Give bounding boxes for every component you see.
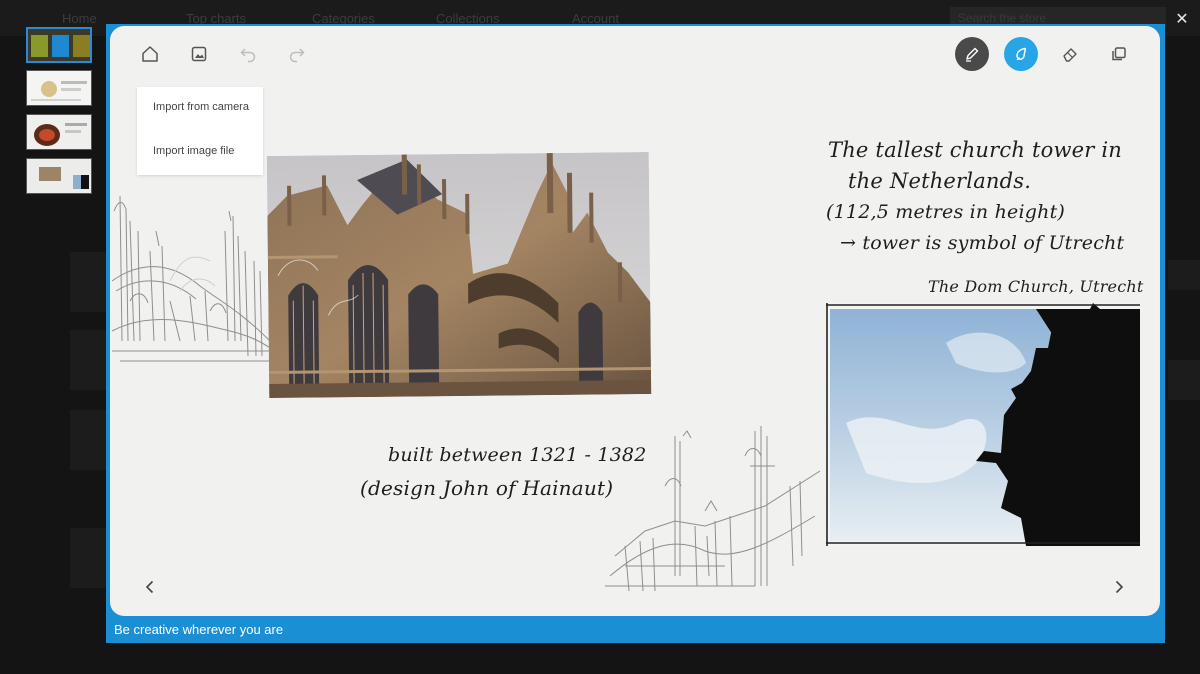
previous-page-button[interactable] <box>139 576 161 598</box>
bg-search-placeholder: Search the store <box>958 11 1047 25</box>
import-image-file-item[interactable]: Import image file <box>153 145 234 157</box>
bg-tab-home: Home <box>62 11 97 26</box>
undo-button[interactable] <box>231 37 265 71</box>
thumbnail-4[interactable] <box>26 158 92 194</box>
gothic-pencil-sketch-left <box>111 195 278 362</box>
undo-icon <box>240 48 256 63</box>
pen-icon <box>966 47 979 62</box>
screen: Home Top charts Categories Collections A… <box>0 0 1200 674</box>
screenshot-caption: Be creative wherever you are <box>114 622 284 637</box>
insert-image-button[interactable] <box>182 37 216 71</box>
close-viewer-button[interactable]: ✕ <box>1172 10 1192 30</box>
image-icon <box>191 46 207 62</box>
chevron-right-icon <box>1115 580 1124 594</box>
redo-button[interactable] <box>280 37 314 71</box>
bg-tile <box>1168 360 1200 400</box>
ink-drop-icon <box>1016 47 1027 61</box>
bg-tile <box>70 528 106 588</box>
redo-icon <box>289 48 305 63</box>
bg-tile <box>70 252 106 312</box>
thumbnail-1[interactable] <box>26 27 92 63</box>
bg-tile <box>70 330 106 390</box>
resize-icon <box>1112 47 1126 61</box>
thumbnail-3[interactable] <box>26 114 92 150</box>
note-line-4: → tower is symbol of Utrecht <box>840 232 1125 254</box>
chevron-left-icon <box>145 580 154 594</box>
pen-tool-button[interactable] <box>955 37 989 71</box>
note-line-3: (112,5 metres in height) <box>826 201 1066 223</box>
built-line-2: (design John of Hainaut) <box>360 476 614 500</box>
cathedral-photo[interactable] <box>266 152 652 398</box>
resize-canvas-button[interactable] <box>1102 37 1136 71</box>
church-caption: The Dom Church, Utrecht <box>928 277 1144 296</box>
bg-tile <box>1168 260 1200 290</box>
thumbnail-2[interactable] <box>26 70 92 106</box>
note-line-2: the Netherlands. <box>848 169 1032 193</box>
next-page-button[interactable] <box>1108 576 1130 598</box>
eraser-tool-button[interactable] <box>1053 37 1087 71</box>
note-line-1: The tallest church tower in <box>828 138 1122 162</box>
drawing-canvas[interactable]: Import from camera Import image file The… <box>110 26 1160 616</box>
bg-tile <box>70 410 106 470</box>
home-icon <box>142 46 158 62</box>
import-from-camera-item[interactable]: Import from camera <box>153 101 249 113</box>
eraser-icon <box>1063 48 1077 62</box>
import-image-menu: Import from camera Import image file <box>137 87 263 175</box>
watercolor-sketch[interactable] <box>826 303 1140 546</box>
gothic-pencil-sketch-center <box>605 426 821 591</box>
app-preview-viewer: Import from camera Import image file The… <box>106 24 1165 643</box>
ink-tool-button[interactable] <box>1004 37 1038 71</box>
home-button[interactable] <box>133 37 167 71</box>
